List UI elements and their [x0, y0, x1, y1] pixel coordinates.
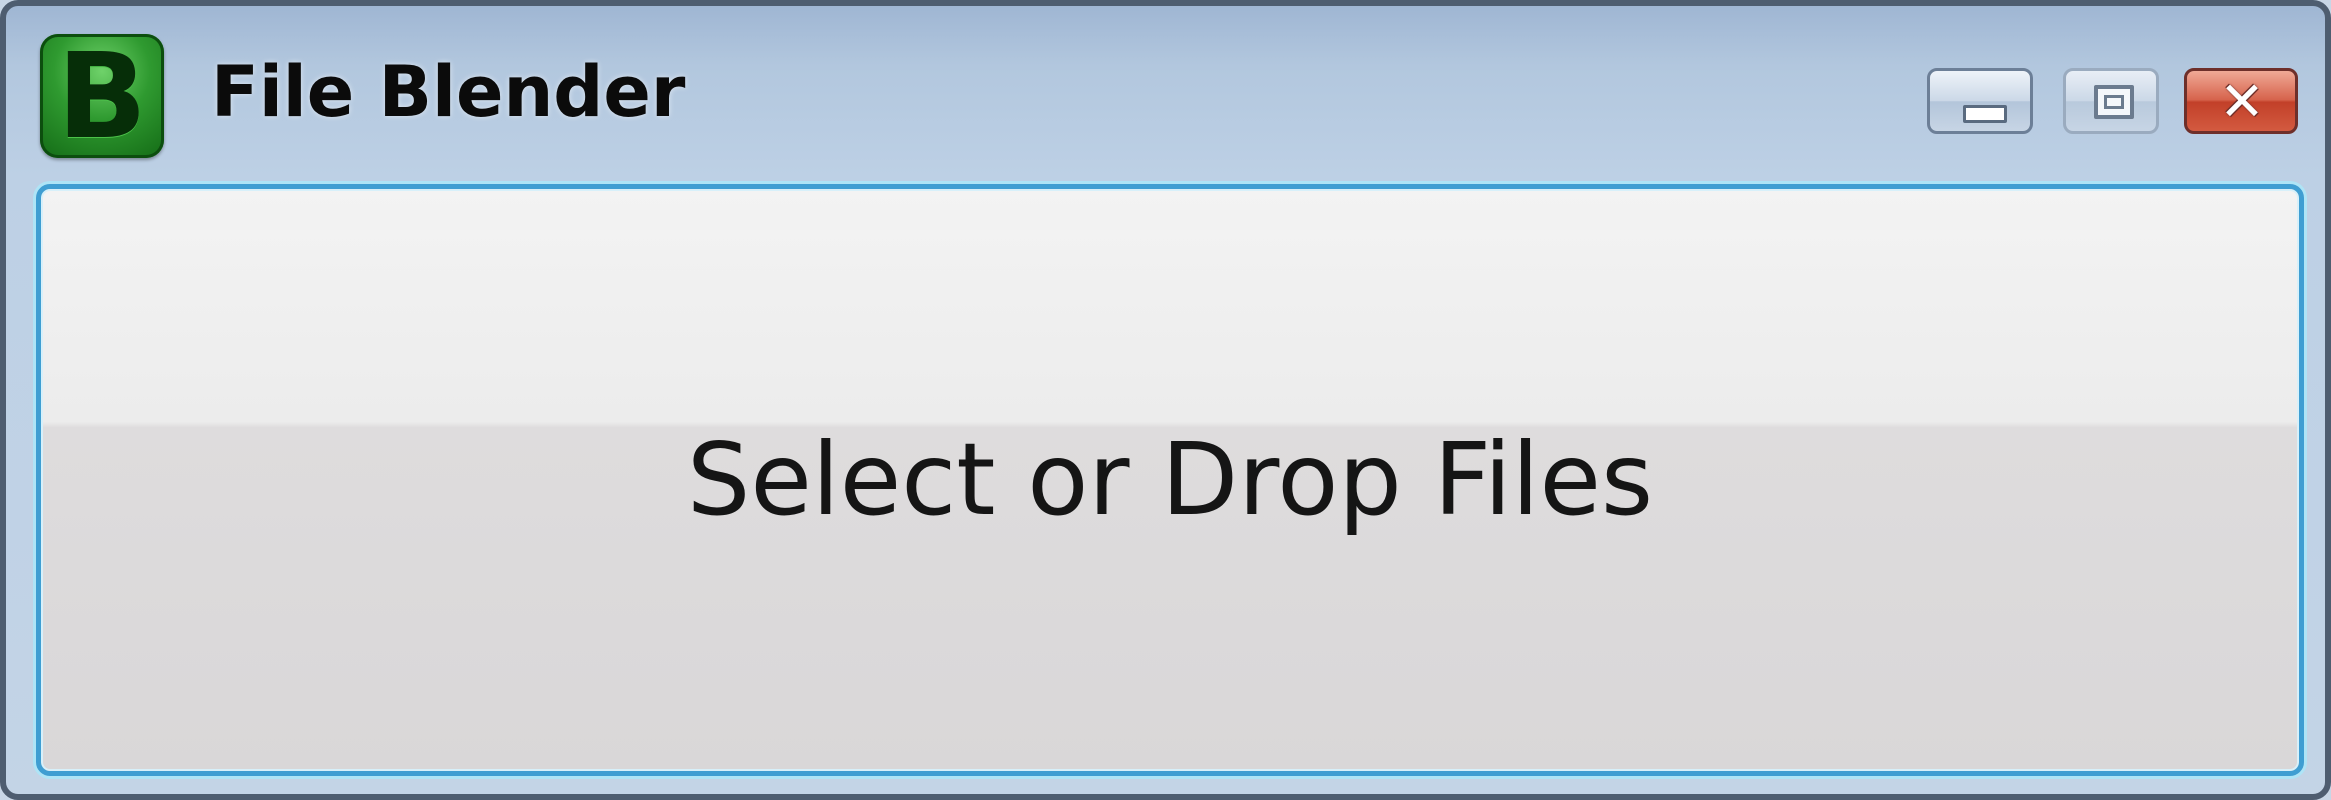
close-icon: ✕ [2219, 70, 2265, 133]
window-title: File Blender [211, 51, 686, 133]
title-bar[interactable]: B File Blender ✕ [6, 6, 2325, 176]
close-button[interactable]: ✕ [2184, 68, 2298, 134]
maximize-icon [2094, 85, 2134, 119]
select-or-drop-files-button[interactable]: Select or Drop Files [36, 184, 2304, 776]
maximize-button[interactable] [2063, 68, 2159, 134]
app-window: B File Blender ✕ Select or Drop Files [0, 0, 2331, 800]
file-blender-app-icon[interactable]: B [40, 34, 164, 158]
drop-area-label: Select or Drop Files [686, 421, 1654, 538]
minimize-button[interactable] [1927, 68, 2033, 134]
minimize-icon [1963, 105, 2007, 123]
app-icon-letter: B [57, 27, 147, 165]
